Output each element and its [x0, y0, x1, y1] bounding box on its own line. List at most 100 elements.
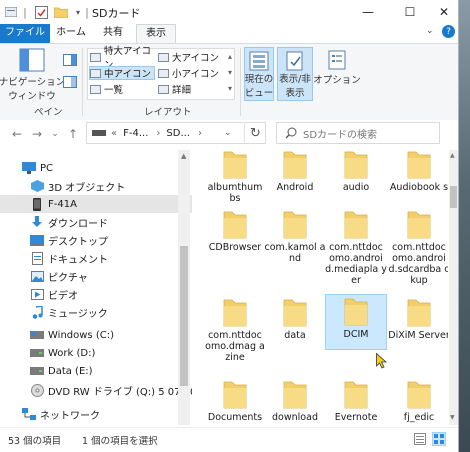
search-icon — [285, 127, 297, 139]
current-view-label-2: ビュー — [244, 88, 274, 99]
current-view-icon — [249, 51, 269, 71]
nav-item-documents[interactable]: ドキュメント — [0, 249, 206, 267]
nav-item-label: ドキュメント — [48, 254, 108, 266]
nav-item-pictures[interactable]: ピクチャ — [0, 267, 206, 285]
folder-item[interactable]: com.nttdoc omo.androi d.mediapla yer — [325, 208, 387, 286]
folder-item[interactable]: com.nttdoc omo.androi d.sdcardba ckup — [388, 208, 448, 286]
scroll-down-icon[interactable]: ▼ — [450, 414, 455, 421]
qa-separator: | — [85, 5, 89, 19]
tab-view[interactable]: 表示 — [136, 24, 176, 44]
large-icons-view-toggle-icon[interactable] — [432, 432, 446, 446]
preview-pane-icon[interactable] — [63, 54, 77, 69]
refresh-icon[interactable]: ↻ — [244, 122, 266, 144]
address-dropdown-icon[interactable]: ⌄ — [224, 128, 232, 138]
details-pane-icon[interactable] — [63, 76, 77, 91]
folder-item[interactable]: audio — [325, 150, 387, 193]
nav-item-f41a[interactable]: F-41A — [0, 195, 206, 213]
options-button[interactable]: オプション — [313, 50, 361, 86]
minimize-button[interactable]: — — [350, 0, 386, 24]
folder-item[interactable]: albumthum bs — [204, 150, 266, 204]
layout-details[interactable]: 詳細 — [158, 82, 232, 96]
video-icon — [30, 288, 44, 300]
nav-item-windows-c[interactable]: Windows (C:) — [0, 326, 206, 344]
ribbon-expand-icon[interactable]: ⌄ — [426, 26, 434, 36]
folder-item[interactable]: Documents — [204, 378, 266, 423]
nav-pane-label-1: ナビゲーション — [0, 77, 66, 88]
up-icon[interactable]: ↑ — [64, 125, 82, 143]
folder-name: Audiobook s — [389, 182, 448, 193]
drive-icon — [30, 365, 44, 377]
folder-icon — [407, 151, 431, 179]
nav-item-videos[interactable]: ビデオ — [0, 285, 206, 303]
music-icon — [30, 305, 44, 319]
folder-name: audio — [342, 182, 370, 193]
nav-item-data-e[interactable]: Data (E:) — [0, 362, 206, 380]
breadcrumb-separator-icon: › — [156, 127, 161, 139]
folder-icon — [283, 211, 307, 239]
recent-locations-icon[interactable]: ⌄ — [46, 125, 64, 143]
new-folder-icon[interactable] — [53, 3, 69, 21]
folder-item[interactable]: data — [264, 296, 326, 341]
address-bar[interactable]: « F-4... › SD... › ⌄ — [86, 122, 266, 144]
folder-name: com.nttdoc omo.androi d.sdcardba ckup — [388, 242, 448, 286]
tab-file[interactable]: ファイル — [0, 24, 50, 43]
scroll-up-icon[interactable]: ▲ — [450, 152, 455, 159]
nav-scroll-thumb[interactable] — [180, 246, 188, 386]
nav-item-work-d[interactable]: Work (D:) — [0, 344, 206, 362]
app-icon[interactable] — [4, 3, 18, 21]
folder-item[interactable]: Android — [264, 150, 326, 193]
small-icons-icon — [158, 68, 169, 78]
content-scrollbar[interactable]: ▲ ▼ — [449, 150, 458, 425]
nav-pane-scrollbar[interactable]: ▲ — [178, 150, 190, 425]
content-scroll-thumb[interactable] — [450, 186, 457, 208]
folder-item[interactable]: Evernote — [325, 378, 387, 423]
folder-icon — [344, 211, 368, 239]
folder-item[interactable]: com.kamol and — [264, 208, 326, 264]
maximize-button[interactable]: ☐ — [392, 0, 428, 24]
layout-large-icons[interactable]: 大アイコン — [158, 50, 232, 64]
breadcrumb-item[interactable]: F-4... — [123, 128, 148, 139]
folder-item[interactable]: com.nttdoc omo.dmag azine — [204, 296, 266, 363]
nav-item-label: ピクチャ — [48, 272, 88, 284]
tab-home[interactable]: ホーム — [52, 24, 90, 43]
folder-item[interactable]: DCIM — [325, 294, 387, 350]
nav-item-pc[interactable]: PC — [0, 159, 198, 177]
folder-name: fj_edic — [403, 412, 435, 423]
tab-share[interactable]: 共有 — [94, 24, 132, 43]
nav-item-music[interactable]: ミュージック — [0, 303, 206, 321]
breadcrumb-overflow[interactable]: « — [111, 128, 117, 139]
layout-medium-icons[interactable]: 中アイコン — [89, 66, 155, 80]
details-view-toggle-icon[interactable] — [414, 433, 426, 448]
folder-name: com.kamol and — [264, 242, 326, 264]
layout-label: 一覧 — [104, 85, 124, 96]
nav-item-desktop[interactable]: デスクトップ — [0, 231, 206, 249]
nav-item-dvd-q[interactable]: DVD RW ドライブ (Q:) 5 07 2023 — [0, 381, 209, 399]
search-placeholder[interactable]: SDカードの検索 — [303, 126, 377, 141]
folder-item[interactable]: DiXiM Server — [388, 296, 448, 341]
layout-list[interactable]: 一覧 — [90, 82, 156, 96]
nav-item-downloads[interactable]: ダウンロード — [0, 213, 206, 231]
gallery-scroll-icon[interactable]: ▴ ▾ ▾ — [228, 49, 232, 97]
back-icon[interactable]: ← — [8, 125, 26, 143]
nav-item-network[interactable]: ネットワーク — [0, 405, 198, 423]
current-view-button[interactable]: 現在の ビュー — [244, 47, 274, 101]
nav-item-3d-objects[interactable]: 3D オブジェクト — [0, 177, 206, 195]
layout-label: 詳細 — [172, 85, 192, 96]
folder-item[interactable]: download — [264, 378, 326, 423]
folder-item[interactable]: fj_edic — [388, 378, 448, 423]
navigation-pane-button[interactable]: ナビゲーション ウィンドウ — [0, 48, 65, 102]
folder-item[interactable]: CDBrowser — [204, 208, 266, 253]
search-box[interactable]: SDカードの検索 — [276, 122, 440, 144]
folder-icon — [344, 298, 368, 326]
layout-extra-large-icons[interactable]: 特大アイコン — [90, 46, 160, 71]
properties-icon[interactable] — [33, 3, 49, 21]
show-hide-button[interactable]: 表示/非 表示 — [277, 47, 313, 101]
scroll-up-icon[interactable]: ▲ — [181, 152, 186, 160]
qa-dropdown-icon[interactable]: ▾ — [72, 3, 84, 21]
forward-icon[interactable]: → — [28, 125, 46, 143]
close-button[interactable]: ✕ — [426, 0, 458, 24]
help-icon[interactable]: ? — [442, 25, 455, 38]
folder-item[interactable]: Audiobook s — [388, 150, 448, 193]
breadcrumb-item[interactable]: SD... — [166, 128, 190, 139]
layout-small-icons[interactable]: 小アイコン — [158, 66, 232, 80]
